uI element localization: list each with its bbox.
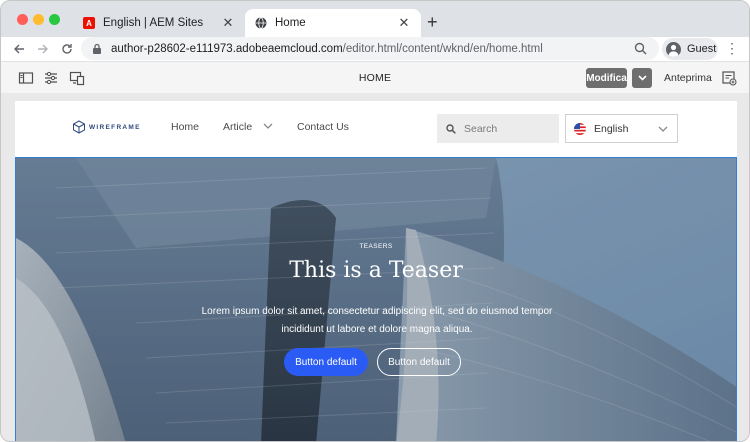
chevron-down-icon[interactable] [263,123,273,130]
site-logo[interactable]: WIREFRAME [72,120,141,134]
teaser-component[interactable]: TEASERS This is a Teaser Lorem ipsum dol… [15,157,737,441]
nav-home[interactable]: Home [171,121,199,133]
site-header: WIREFRAME Home Article Contact Us Search… [15,101,737,157]
chevron-down-icon [658,126,668,132]
globe-icon [255,17,267,29]
editor-toolbar: HOME Modifica Anteprima [1,61,749,93]
site-search[interactable] [437,114,559,143]
teaser-secondary-button[interactable]: Button default [377,348,461,376]
lock-icon[interactable] [91,43,103,55]
tab-aem-sites[interactable]: A English | AEM Sites ✕ [73,9,245,37]
teaser-primary-button[interactable]: Button default [284,348,368,376]
edit-mode-button[interactable]: Modifica [586,68,627,88]
browser-toolbar: author-p28602-e111973.adobeaemcloud.com/… [1,37,749,61]
us-flag-icon [574,122,586,135]
browser-window: A English | AEM Sites ✕ Home ✕ + author-… [0,0,750,442]
adobe-icon: A [83,17,95,29]
search-icon [446,123,456,134]
maximize-window-button[interactable] [49,14,60,25]
back-button[interactable] [10,40,28,58]
tab-home[interactable]: Home ✕ [245,9,421,37]
profile-button[interactable]: Guest [662,38,718,60]
tab-title: Home [275,17,306,29]
page-canvas: WIREFRAME Home Article Contact Us Search… [1,93,749,441]
close-icon[interactable]: ✕ [221,15,235,31]
site-page: WIREFRAME Home Article Contact Us Search… [15,101,737,441]
arrow-left-icon [14,44,24,54]
nav-contact-us[interactable]: Contact Us [297,121,349,133]
chevron-down-icon [637,75,647,81]
avatar-icon [666,41,681,57]
minimize-window-button[interactable] [33,14,44,25]
forward-button[interactable] [34,40,52,58]
url-text: author-p28602-e111973.adobeaemcloud.com/… [111,43,543,55]
zoom-icon[interactable] [634,42,647,55]
language-label: English [594,122,629,135]
language-selector[interactable]: English [565,114,678,143]
url-path: /editor.html/content/wknd/en/home.html [342,42,543,55]
teaser-title: This is a Teaser [289,258,463,283]
tab-strip: A English | AEM Sites ✕ Home ✕ + [1,1,749,37]
new-tab-button[interactable]: + [427,13,438,31]
logo-text: WIREFRAME [89,123,141,131]
teaser-pretitle: TEASERS [359,243,393,250]
close-icon[interactable]: ✕ [397,15,411,31]
annotations-icon[interactable] [721,70,737,86]
url-host: author-p28602-e111973.adobeaemcloud.com [111,42,343,55]
more-menu-icon[interactable]: ⋮ [725,41,739,55]
profile-label: Guest [687,43,717,55]
address-bar[interactable]: author-p28602-e111973.adobeaemcloud.com/… [81,37,659,60]
teaser-description: Lorem ipsum dolor sit amet, consectetur … [201,306,553,335]
preview-button[interactable]: Anteprima [664,72,712,84]
cube-logo-icon [73,120,85,134]
arrow-right-icon [38,44,48,54]
tab-title: English | AEM Sites [103,17,204,29]
close-window-button[interactable] [17,14,28,25]
search-input[interactable] [464,122,544,135]
nav-article[interactable]: Article [223,121,252,133]
teaser-content: TEASERS This is a Teaser Lorem ipsum dol… [16,158,736,441]
reload-button[interactable] [58,40,76,58]
reload-icon [62,44,72,54]
mode-dropdown-button[interactable] [632,68,652,88]
